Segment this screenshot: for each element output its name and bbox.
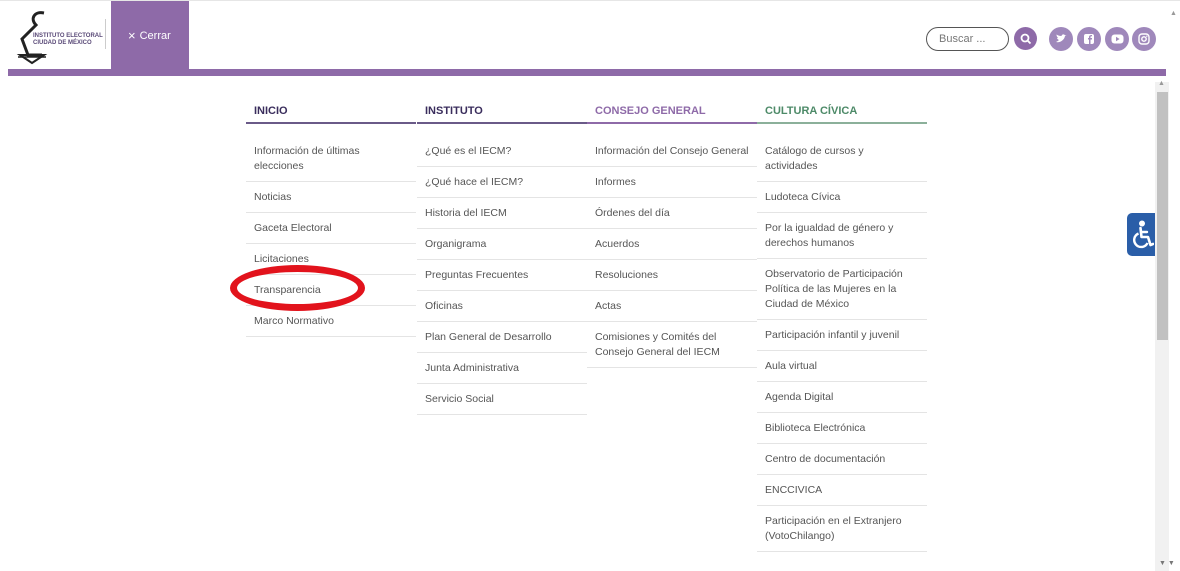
menu-item-servicio-social[interactable]: Servicio Social bbox=[417, 392, 587, 415]
wheelchair-icon bbox=[1133, 220, 1154, 248]
menu-column-cultura: CULTURA CÍVICA Catálogo de cursos y acti… bbox=[757, 100, 927, 560]
menu-item-aula-virtual[interactable]: Aula virtual bbox=[757, 359, 927, 382]
menu-column-instituto: INSTITUTO ¿Qué es el IECM? ¿Qué hace el … bbox=[417, 100, 587, 423]
facebook-icon bbox=[1084, 34, 1094, 44]
menu-item-acuerdos[interactable]: Acuerdos bbox=[587, 237, 757, 260]
menu-item-historia[interactable]: Historia del IECM bbox=[417, 206, 587, 229]
menu-item-plan-general[interactable]: Plan General de Desarrollo bbox=[417, 330, 587, 353]
close-label: Cerrar bbox=[139, 29, 171, 42]
highlight-ellipse bbox=[230, 265, 365, 311]
menu-item-participacion-infantil[interactable]: Participación infantil y juvenil bbox=[757, 328, 927, 351]
menu-item-organigrama[interactable]: Organigrama bbox=[417, 237, 587, 260]
menu-item-resoluciones[interactable]: Resoluciones bbox=[587, 268, 757, 291]
twitter-button[interactable] bbox=[1049, 27, 1073, 51]
twitter-icon bbox=[1056, 34, 1067, 43]
scroll-down-icon[interactable]: ▼ ▼ bbox=[1159, 560, 1175, 567]
column-title[interactable]: CONSEJO GENERAL bbox=[587, 100, 757, 124]
menu-item-igualdad[interactable]: Por la igualdad de género y derechos hum… bbox=[757, 221, 927, 259]
menu-item-ordenes[interactable]: Órdenes del día bbox=[587, 206, 757, 229]
menu-item-marco-normativo[interactable]: Marco Normativo bbox=[246, 314, 416, 337]
search-icon bbox=[1020, 33, 1031, 44]
menu-item-comisiones[interactable]: Comisiones y Comités del Consejo General… bbox=[587, 330, 757, 368]
column-title[interactable]: CULTURA CÍVICA bbox=[757, 100, 927, 124]
scrollbar-thumb[interactable] bbox=[1157, 92, 1168, 340]
close-menu-button[interactable]: × Cerrar bbox=[111, 1, 189, 70]
menu-item-enccivica[interactable]: ENCCIVICA bbox=[757, 483, 927, 506]
search-input[interactable]: Buscar ... bbox=[926, 27, 1009, 51]
menu-item-actas[interactable]: Actas bbox=[587, 299, 757, 322]
menu-item-noticias[interactable]: Noticias bbox=[246, 190, 416, 213]
close-icon: × bbox=[128, 28, 136, 43]
instagram-icon bbox=[1138, 33, 1150, 45]
facebook-button[interactable] bbox=[1077, 27, 1101, 51]
menu-item-voto-extranjero[interactable]: Participación en el Extranjero (VotoChil… bbox=[757, 514, 927, 552]
menu-item-preguntas[interactable]: Preguntas Frecuentes bbox=[417, 268, 587, 291]
menu-item-que-hace[interactable]: ¿Qué hace el IECM? bbox=[417, 175, 587, 198]
menu-item-ultimas-elecciones[interactable]: Información de últimas elecciones bbox=[246, 144, 416, 182]
menu-item-que-es[interactable]: ¿Qué es el IECM? bbox=[417, 144, 587, 167]
menu-item-info-consejo[interactable]: Información del Consejo General bbox=[587, 144, 757, 167]
instagram-button[interactable] bbox=[1132, 27, 1156, 51]
menu-item-informes[interactable]: Informes bbox=[587, 175, 757, 198]
scroll-up-icon[interactable]: ▲ bbox=[1158, 80, 1165, 87]
page-scroll-up-icon[interactable]: ▲ bbox=[1170, 10, 1177, 17]
top-bar: INSTITUTO ELECTORAL CIUDAD DE MÉXICO × C… bbox=[0, 0, 1180, 70]
menu-item-oficinas[interactable]: Oficinas bbox=[417, 299, 587, 322]
header-underline bbox=[8, 69, 1166, 76]
youtube-button[interactable] bbox=[1105, 27, 1129, 51]
menu-item-biblioteca[interactable]: Biblioteca Electrónica bbox=[757, 421, 927, 444]
search-placeholder: Buscar ... bbox=[939, 33, 986, 45]
menu-item-centro-documentacion[interactable]: Centro de documentación bbox=[757, 452, 927, 475]
youtube-icon bbox=[1111, 34, 1123, 44]
menu-item-catalogo[interactable]: Catálogo de cursos y actividades bbox=[757, 144, 927, 182]
logo-text: INSTITUTO ELECTORAL CIUDAD DE MÉXICO bbox=[33, 33, 103, 46]
menu-item-agenda-digital[interactable]: Agenda Digital bbox=[757, 390, 927, 413]
menu-item-junta[interactable]: Junta Administrativa bbox=[417, 361, 587, 384]
menu-item-gaceta-electoral[interactable]: Gaceta Electoral bbox=[246, 221, 416, 244]
column-title[interactable]: INICIO bbox=[246, 100, 416, 124]
menu-column-consejo: CONSEJO GENERAL Información del Consejo … bbox=[587, 100, 757, 376]
iecm-logo[interactable]: INSTITUTO ELECTORAL CIUDAD DE MÉXICO bbox=[14, 9, 106, 65]
menu-item-ludoteca[interactable]: Ludoteca Cívica bbox=[757, 190, 927, 213]
column-title[interactable]: INSTITUTO bbox=[417, 100, 587, 124]
menu-item-observatorio[interactable]: Observatorio de Participación Política d… bbox=[757, 267, 927, 320]
search-button[interactable] bbox=[1014, 27, 1037, 50]
logo-divider bbox=[105, 19, 106, 49]
